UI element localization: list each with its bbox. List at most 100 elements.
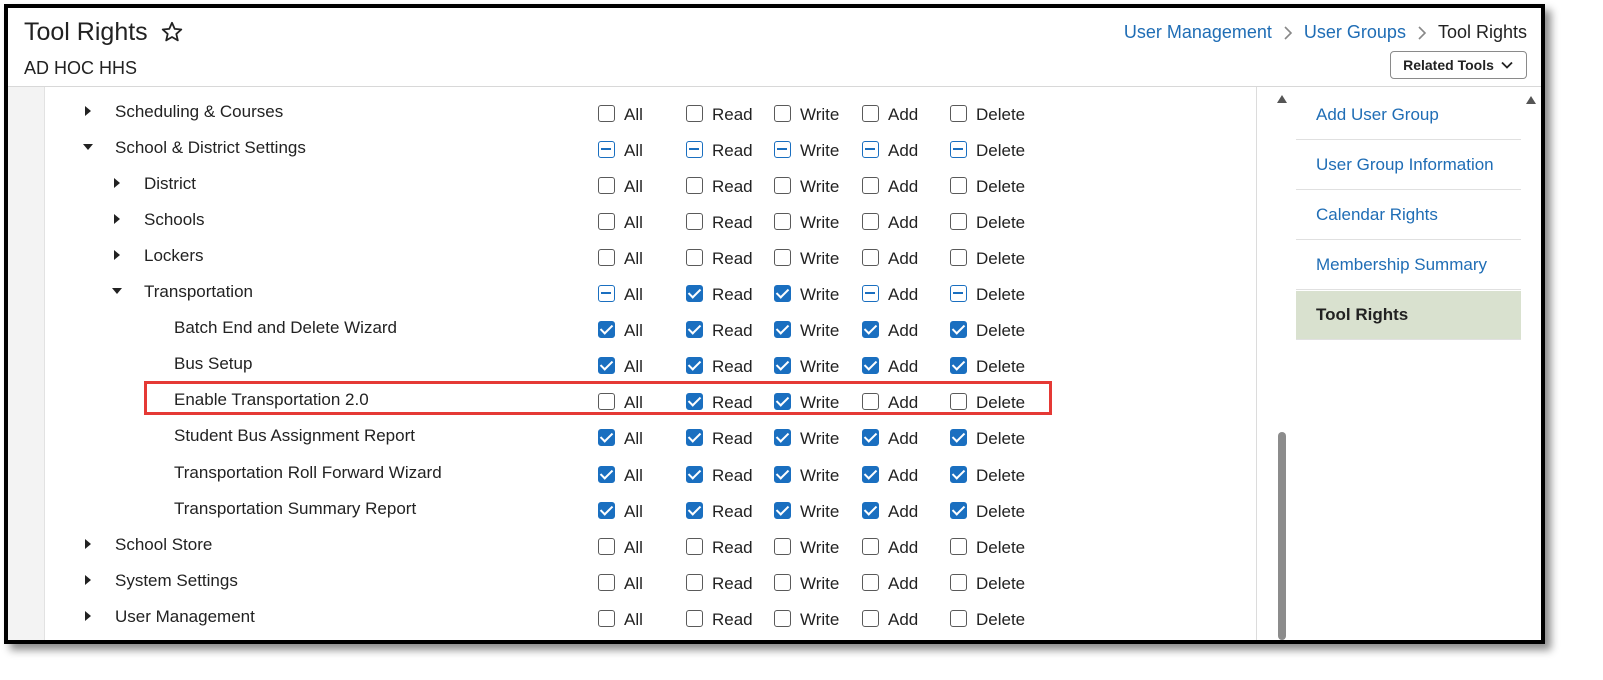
checkbox-box[interactable] bbox=[686, 105, 703, 122]
write-checkbox[interactable]: Write bbox=[774, 461, 839, 486]
checkbox-box[interactable] bbox=[862, 609, 879, 627]
checkbox-box[interactable] bbox=[774, 213, 791, 231]
add-checkbox[interactable]: Add bbox=[862, 569, 918, 594]
checkbox-box[interactable] bbox=[686, 249, 703, 267]
all-checkbox[interactable]: All bbox=[598, 136, 643, 161]
write-checkbox[interactable]: Write bbox=[774, 208, 839, 233]
checkbox-box[interactable] bbox=[862, 573, 879, 591]
add-checkbox[interactable]: Add bbox=[862, 352, 918, 377]
checkbox-box[interactable] bbox=[598, 177, 615, 195]
all-checkbox[interactable]: All bbox=[598, 280, 643, 305]
write-checkbox[interactable]: Write bbox=[774, 569, 839, 594]
checkbox-box[interactable] bbox=[862, 321, 879, 339]
checkbox-box[interactable] bbox=[598, 321, 615, 339]
checkbox-box[interactable] bbox=[774, 429, 791, 447]
nav-item-add-user-group[interactable]: Add User Group bbox=[1296, 91, 1521, 140]
scroll-thumb[interactable] bbox=[1278, 432, 1286, 640]
checkbox-box[interactable] bbox=[950, 141, 967, 159]
checkbox-box[interactable] bbox=[686, 573, 703, 591]
add-checkbox[interactable]: Add bbox=[862, 461, 918, 486]
checkbox-box[interactable] bbox=[862, 501, 879, 519]
checkbox-box[interactable] bbox=[774, 357, 791, 375]
triangle-right-icon[interactable] bbox=[81, 609, 95, 623]
read-checkbox[interactable]: Read bbox=[686, 280, 753, 305]
add-checkbox[interactable]: Add bbox=[862, 100, 918, 125]
checkbox-box[interactable] bbox=[774, 609, 791, 627]
checkbox-box[interactable] bbox=[950, 537, 967, 555]
checkbox-box[interactable] bbox=[950, 465, 967, 483]
add-checkbox[interactable]: Add bbox=[862, 424, 918, 449]
all-checkbox[interactable]: All bbox=[598, 316, 643, 341]
checkbox-box[interactable] bbox=[774, 285, 791, 303]
delete-checkbox[interactable]: Delete bbox=[950, 605, 1025, 630]
read-checkbox[interactable]: Read bbox=[686, 136, 753, 161]
delete-checkbox[interactable]: Delete bbox=[950, 244, 1025, 269]
triangle-down-icon[interactable] bbox=[81, 140, 95, 154]
checkbox-box[interactable] bbox=[598, 357, 615, 375]
checkbox-box[interactable] bbox=[774, 501, 791, 519]
read-checkbox[interactable]: Read bbox=[686, 172, 753, 197]
checkbox-box[interactable] bbox=[774, 141, 791, 159]
read-checkbox[interactable]: Read bbox=[686, 100, 753, 125]
checkbox-box[interactable] bbox=[774, 465, 791, 483]
write-checkbox[interactable]: Write bbox=[774, 244, 839, 269]
all-checkbox[interactable]: All bbox=[598, 533, 643, 558]
breadcrumb-user-management[interactable]: User Management bbox=[1124, 22, 1272, 43]
read-checkbox[interactable]: Read bbox=[686, 497, 753, 522]
checkbox-box[interactable] bbox=[862, 105, 879, 122]
checkbox-box[interactable] bbox=[950, 321, 967, 339]
checkbox-box[interactable] bbox=[598, 141, 615, 159]
triangle-right-icon[interactable] bbox=[110, 248, 124, 262]
delete-checkbox[interactable]: Delete bbox=[950, 280, 1025, 305]
all-checkbox[interactable]: All bbox=[598, 605, 643, 630]
checkbox-box[interactable] bbox=[598, 429, 615, 447]
checkbox-box[interactable] bbox=[686, 357, 703, 375]
all-checkbox[interactable]: All bbox=[598, 352, 643, 377]
checkbox-box[interactable] bbox=[774, 105, 791, 122]
all-checkbox[interactable]: All bbox=[598, 569, 643, 594]
checkbox-box[interactable] bbox=[686, 213, 703, 231]
all-checkbox[interactable]: All bbox=[598, 244, 643, 269]
all-checkbox[interactable]: All bbox=[598, 461, 643, 486]
checkbox-box[interactable] bbox=[598, 249, 615, 267]
delete-checkbox[interactable]: Delete bbox=[950, 172, 1025, 197]
checkbox-box[interactable] bbox=[774, 573, 791, 591]
triangle-right-icon[interactable] bbox=[81, 537, 95, 551]
delete-checkbox[interactable]: Delete bbox=[950, 497, 1025, 522]
checkbox-box[interactable] bbox=[950, 177, 967, 195]
checkbox-box[interactable] bbox=[686, 537, 703, 555]
checkbox-box[interactable] bbox=[686, 177, 703, 195]
scroll-up-arrow-icon[interactable] bbox=[1277, 95, 1287, 103]
write-checkbox[interactable]: Write bbox=[774, 352, 839, 377]
checkbox-box[interactable] bbox=[774, 177, 791, 195]
add-checkbox[interactable]: Add bbox=[862, 533, 918, 558]
delete-checkbox[interactable]: Delete bbox=[950, 461, 1025, 486]
checkbox-box[interactable] bbox=[862, 213, 879, 231]
all-checkbox[interactable]: All bbox=[598, 208, 643, 233]
write-checkbox[interactable]: Write bbox=[774, 424, 839, 449]
checkbox-box[interactable] bbox=[862, 465, 879, 483]
tree-scrollbar[interactable] bbox=[1274, 87, 1290, 640]
delete-checkbox[interactable]: Delete bbox=[950, 352, 1025, 377]
checkbox-box[interactable] bbox=[950, 285, 967, 303]
add-checkbox[interactable]: Add bbox=[862, 280, 918, 305]
read-checkbox[interactable]: Read bbox=[686, 569, 753, 594]
delete-checkbox[interactable]: Delete bbox=[950, 569, 1025, 594]
all-checkbox[interactable]: All bbox=[598, 100, 643, 125]
checkbox-box[interactable] bbox=[686, 501, 703, 519]
nav-item-membership-summary[interactable]: Membership Summary bbox=[1296, 241, 1521, 290]
triangle-right-icon[interactable] bbox=[110, 176, 124, 190]
delete-checkbox[interactable]: Delete bbox=[950, 100, 1025, 125]
write-checkbox[interactable]: Write bbox=[774, 136, 839, 161]
checkbox-box[interactable] bbox=[774, 249, 791, 267]
breadcrumb-user-groups[interactable]: User Groups bbox=[1304, 22, 1406, 43]
checkbox-box[interactable] bbox=[598, 465, 615, 483]
delete-checkbox[interactable]: Delete bbox=[950, 136, 1025, 161]
add-checkbox[interactable]: Add bbox=[862, 172, 918, 197]
nav-item-calendar-rights[interactable]: Calendar Rights bbox=[1296, 191, 1521, 240]
checkbox-box[interactable] bbox=[862, 537, 879, 555]
checkbox-box[interactable] bbox=[686, 285, 703, 303]
checkbox-box[interactable] bbox=[862, 429, 879, 447]
all-checkbox[interactable]: All bbox=[598, 172, 643, 197]
checkbox-box[interactable] bbox=[686, 141, 703, 159]
